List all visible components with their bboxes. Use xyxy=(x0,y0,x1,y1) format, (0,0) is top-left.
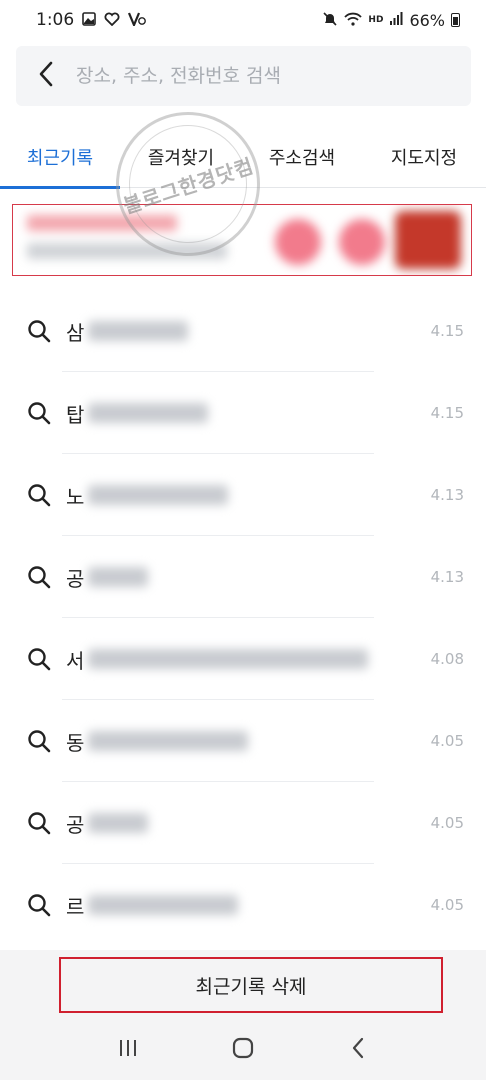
visit-date: 4.08 xyxy=(430,650,464,668)
redacted-text xyxy=(88,403,209,423)
list-item[interactable]: 동 4.05 xyxy=(0,700,486,782)
nav-back-button[interactable] xyxy=(333,1025,383,1075)
place-name: 공 xyxy=(66,809,149,838)
signal-icon xyxy=(389,11,403,29)
search-icon xyxy=(22,317,56,345)
search-icon xyxy=(22,891,56,919)
recents-icon xyxy=(117,1037,139,1063)
place-name-text: 탑 xyxy=(66,402,85,427)
place-name-text: 르 xyxy=(66,894,85,919)
nav-back-icon xyxy=(350,1036,366,1064)
redacted-text xyxy=(88,895,239,915)
mute-icon xyxy=(322,11,338,30)
place-name: 탑 xyxy=(66,399,209,428)
delete-history-button[interactable]: 최근기록 삭제 xyxy=(59,957,443,1013)
v3-app-icon xyxy=(128,12,147,29)
list-item[interactable]: 공 4.13 xyxy=(0,536,486,618)
place-name: 동 xyxy=(66,727,249,756)
place-name: 공 xyxy=(66,563,149,592)
visit-date: 4.15 xyxy=(430,404,464,422)
search-icon xyxy=(22,809,56,837)
search-icon xyxy=(22,481,56,509)
tab-label: 지도지정 xyxy=(390,148,458,169)
visit-date: 4.05 xyxy=(430,732,464,750)
gallery-icon xyxy=(82,11,96,29)
tab-recent[interactable]: 최근기록 xyxy=(0,126,120,189)
redacted-text xyxy=(88,649,369,669)
list-item[interactable]: 공 4.05 xyxy=(0,782,486,864)
tab-favorites[interactable]: 즐겨찾기 xyxy=(120,126,242,188)
search-icon xyxy=(22,645,56,673)
back-button[interactable] xyxy=(16,46,76,106)
place-name: 노 xyxy=(66,481,229,510)
back-arrow-icon xyxy=(36,60,56,92)
visit-date: 4.13 xyxy=(430,568,464,586)
battery-icon xyxy=(451,13,460,27)
list-item[interactable]: 서 4.08 xyxy=(0,618,486,700)
list-item[interactable]: 탑 4.15 xyxy=(0,372,486,454)
place-name-text: 공 xyxy=(66,566,85,591)
search-icon xyxy=(22,727,56,755)
hd-voice-label: HD xyxy=(368,14,384,25)
tab-bar: 최근기록 즐겨찾기 주소검색 지도지정 xyxy=(0,126,486,189)
list-item[interactable]: 노 4.13 xyxy=(0,454,486,536)
place-name-text: 동 xyxy=(66,730,85,755)
place-name: 르 xyxy=(66,891,239,920)
search-bar xyxy=(16,46,471,106)
list-item[interactable]: 삼 4.15 xyxy=(0,290,486,372)
place-name-text: 공 xyxy=(66,812,85,837)
home-button[interactable] xyxy=(218,1025,268,1075)
place-name: 서 xyxy=(66,645,369,674)
heart-icon xyxy=(104,12,120,29)
redacted-text xyxy=(88,321,189,341)
tab-address-search[interactable]: 주소검색 xyxy=(242,126,362,188)
battery-percent: 66% xyxy=(409,10,445,30)
system-nav-bar xyxy=(0,1020,486,1080)
redacted-text xyxy=(88,813,149,833)
redacted-text xyxy=(88,567,149,587)
tab-label: 최근기록 xyxy=(26,148,94,169)
search-icon xyxy=(22,399,56,427)
visit-date: 4.15 xyxy=(430,322,464,340)
search-input[interactable] xyxy=(76,46,471,106)
status-bar: 1:06 HD 66% xyxy=(0,0,486,40)
place-name: 삼 xyxy=(66,317,189,346)
visit-date: 4.05 xyxy=(430,814,464,832)
visit-date: 4.13 xyxy=(430,486,464,504)
redacted-text xyxy=(88,485,229,505)
recents-button[interactable] xyxy=(103,1025,153,1075)
visit-date: 4.05 xyxy=(430,896,464,914)
wifi-icon xyxy=(344,12,363,29)
status-time: 1:06 xyxy=(36,10,75,30)
tab-label: 즐겨찾기 xyxy=(147,148,215,169)
tab-map-select[interactable]: 지도지정 xyxy=(362,126,486,188)
list-item[interactable]: 르 4.05 xyxy=(0,864,486,946)
home-icon xyxy=(231,1036,255,1064)
ad-blurred-content xyxy=(13,205,471,275)
place-name-text: 삼 xyxy=(66,320,85,345)
search-icon xyxy=(22,563,56,591)
place-name-text: 서 xyxy=(66,648,85,673)
ad-banner[interactable] xyxy=(12,204,472,276)
recent-history-list: 삼 4.15 탑 4.15 노 4.13 공 4.13 서 4.08 동 4.0… xyxy=(0,290,486,946)
tab-label: 주소검색 xyxy=(268,148,336,169)
redacted-text xyxy=(88,731,249,751)
place-name-text: 노 xyxy=(66,484,85,509)
